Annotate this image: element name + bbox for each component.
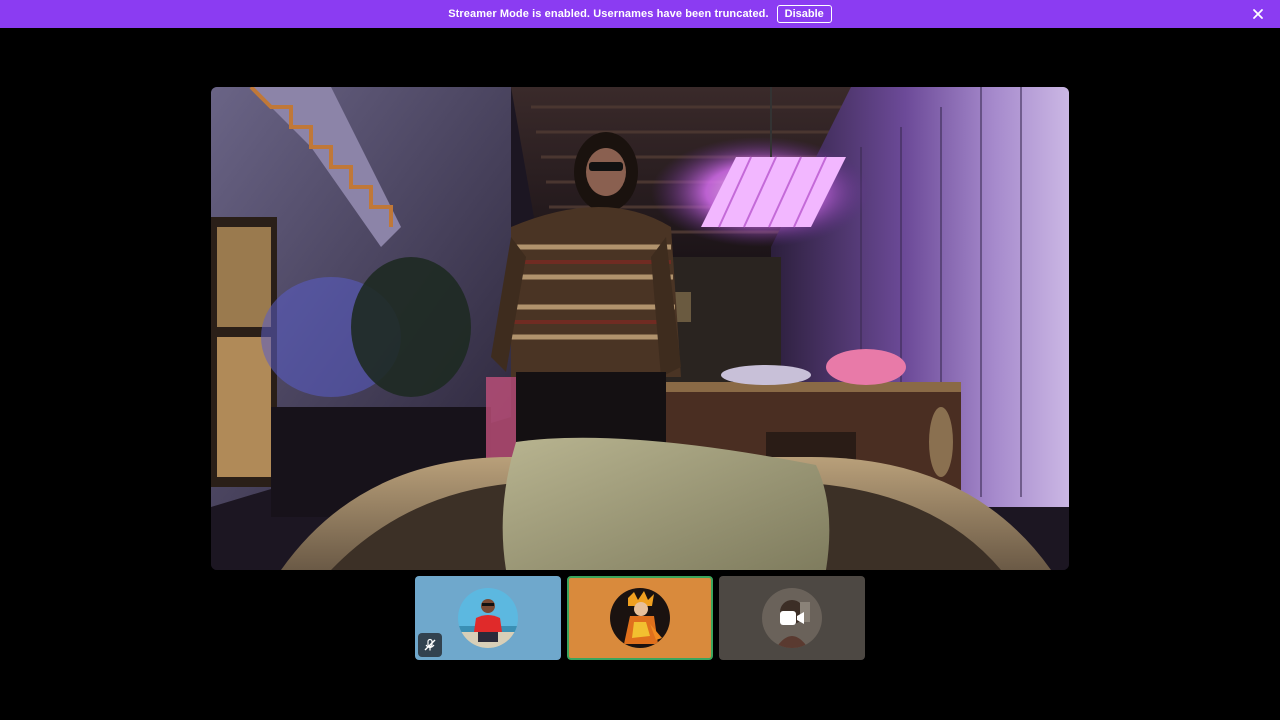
streamer-mode-banner: Streamer Mode is enabled. Usernames have… — [0, 0, 1280, 28]
mic-muted-icon — [418, 633, 442, 657]
close-icon[interactable] — [1250, 6, 1266, 22]
avatar — [458, 588, 518, 648]
webcam-video-frame — [211, 87, 1069, 570]
disable-streamer-mode-button[interactable]: Disable — [776, 5, 832, 23]
participant-tile-active-speaker[interactable] — [567, 576, 713, 660]
participant-tile[interactable] — [415, 576, 561, 660]
avatar — [610, 588, 670, 648]
main-video-stage[interactable] — [211, 87, 1069, 570]
participant-tile[interactable] — [719, 576, 865, 660]
video-camera-icon — [779, 609, 805, 627]
banner-message: Streamer Mode is enabled. Usernames have… — [448, 8, 769, 20]
